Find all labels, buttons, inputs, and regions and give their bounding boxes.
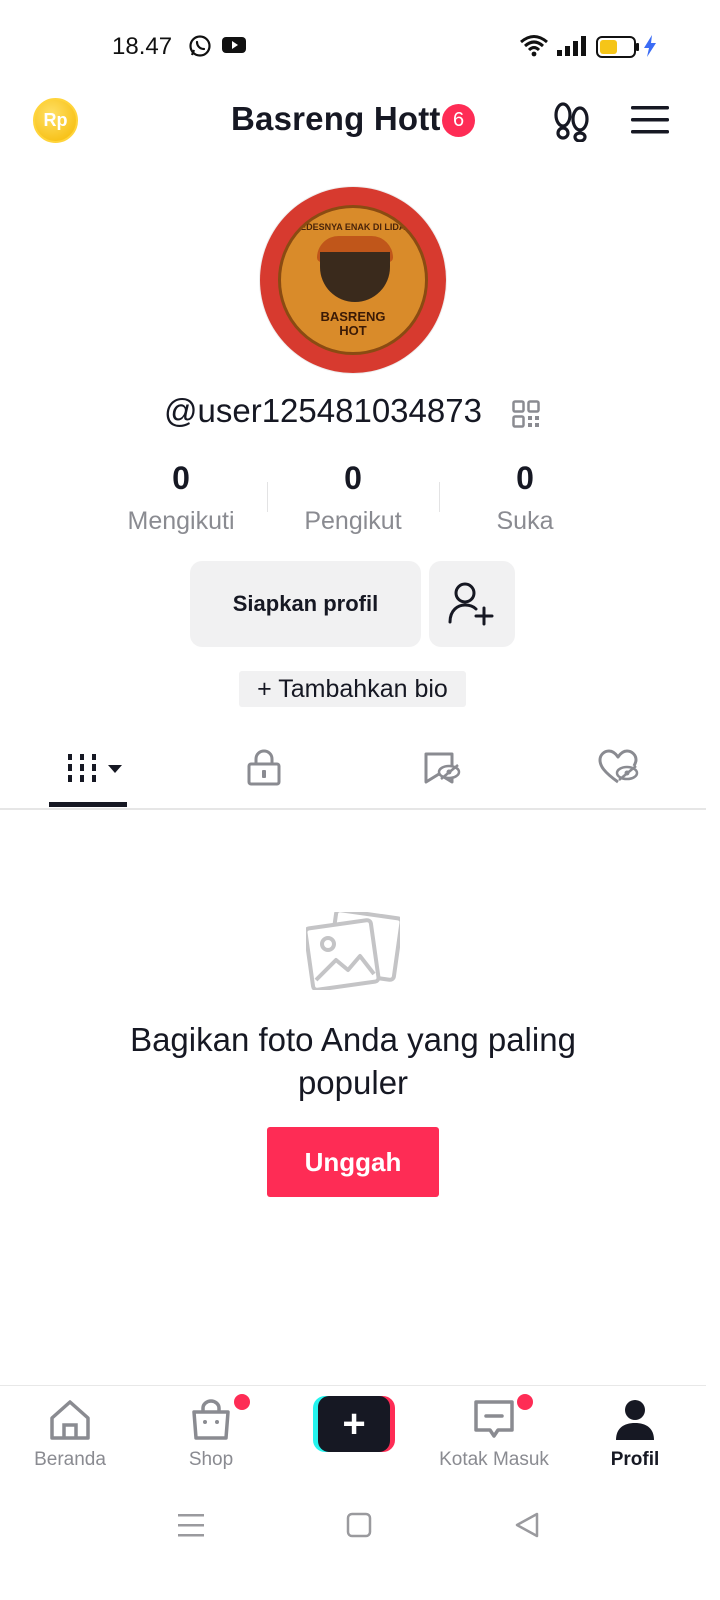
tab-favorites[interactable]	[422, 748, 462, 793]
stat-following-label: Mengikuti	[127, 507, 235, 535]
photos-icon	[306, 912, 400, 990]
nav-shop[interactable]: Shop	[146, 1394, 276, 1471]
avatar-brand-line2: HOT	[339, 323, 367, 338]
lock-icon	[247, 749, 281, 786]
battery-icon	[596, 36, 639, 58]
shop-bag-icon	[192, 1399, 230, 1440]
coin-balance-button[interactable]: Rp	[33, 98, 78, 143]
page-title[interactable]: Basreng Hott	[231, 100, 441, 138]
username: @user125481034873	[164, 392, 482, 429]
stat-followers-label: Pengikut	[304, 507, 402, 535]
upload-button[interactable]: Unggah	[267, 1127, 439, 1197]
nav-inbox-label: Kotak Masuk	[439, 1449, 549, 1470]
back-icon[interactable]	[514, 1512, 540, 1538]
status-time: 18.47	[112, 33, 173, 60]
nav-shop-label: Shop	[188, 1449, 234, 1470]
nav-home-label: Beranda	[34, 1449, 106, 1470]
stat-likes-value: 0	[516, 460, 534, 496]
create-plus-icon: +	[318, 1396, 390, 1452]
setup-profile-button[interactable]: Siapkan profil	[190, 561, 421, 647]
create-button[interactable]: +	[313, 1396, 395, 1452]
avatar[interactable]: PEDESNYA ENAK DI LIDAH BASRENG HOT	[260, 187, 446, 373]
coin-label: Rp	[43, 110, 68, 130]
stat-following[interactable]: 0 Mengikuti	[96, 460, 266, 536]
avatar-logo: PEDESNYA ENAK DI LIDAH BASRENG HOT	[278, 205, 428, 355]
footprints-icon[interactable]	[552, 102, 592, 142]
empty-state-title: Bagikan foto Anda yang paling populer	[130, 1021, 576, 1101]
home-button-icon[interactable]	[346, 1512, 372, 1538]
status-bar: 18.47	[0, 0, 720, 94]
bottom-nav: Beranda Shop + Kotak Masuk Profil	[0, 1385, 706, 1485]
charging-icon	[644, 35, 656, 57]
add-user-icon	[448, 582, 494, 626]
stat-likes-label: Suka	[496, 507, 554, 535]
stat-likes[interactable]: 0 Suka	[440, 460, 610, 536]
wifi-icon	[520, 35, 548, 57]
favorites-hidden-icon	[424, 752, 461, 784]
nav-home[interactable]: Beranda	[5, 1398, 135, 1471]
profile-icon	[616, 1400, 654, 1440]
add-bio-button[interactable]: + Tambahkan bio	[239, 671, 466, 707]
tab-active-indicator	[49, 802, 127, 807]
inbox-icon	[474, 1400, 514, 1438]
shop-notification-dot	[234, 1394, 250, 1410]
videos-grid-icon	[68, 754, 122, 782]
whatsapp-icon	[189, 35, 211, 57]
tab-videos[interactable]	[66, 748, 126, 793]
qr-code-icon[interactable]	[512, 400, 540, 428]
nav-inbox[interactable]: Kotak Masuk	[429, 1394, 559, 1471]
menu-icon[interactable]	[630, 104, 670, 136]
inbox-notification-dot	[517, 1394, 533, 1410]
system-navigation-bar	[0, 1490, 720, 1600]
avatar-brand-line1: BASRENG	[320, 309, 386, 324]
youtube-icon	[222, 37, 246, 53]
profile-tabs	[0, 740, 706, 810]
nav-profile[interactable]: Profil	[570, 1398, 700, 1471]
stat-followers[interactable]: 0 Pengikut	[268, 460, 438, 536]
add-friend-button[interactable]	[429, 561, 515, 647]
nav-profile-label: Profil	[610, 1449, 660, 1470]
home-icon	[50, 1400, 90, 1440]
tab-liked[interactable]	[598, 748, 640, 793]
notification-badge: 6	[442, 104, 475, 137]
signal-icon	[557, 36, 586, 56]
recent-apps-icon[interactable]	[177, 1512, 205, 1538]
stat-following-value: 0	[172, 460, 190, 496]
liked-hidden-icon	[598, 749, 639, 784]
stat-followers-value: 0	[344, 460, 362, 496]
avatar-brand-text: BASRENG HOT	[281, 310, 425, 338]
tab-private[interactable]	[246, 748, 282, 793]
avatar-arc-text: PEDESNYA ENAK DI LIDAH	[294, 222, 412, 232]
avatar-bowl-shape	[320, 252, 390, 302]
